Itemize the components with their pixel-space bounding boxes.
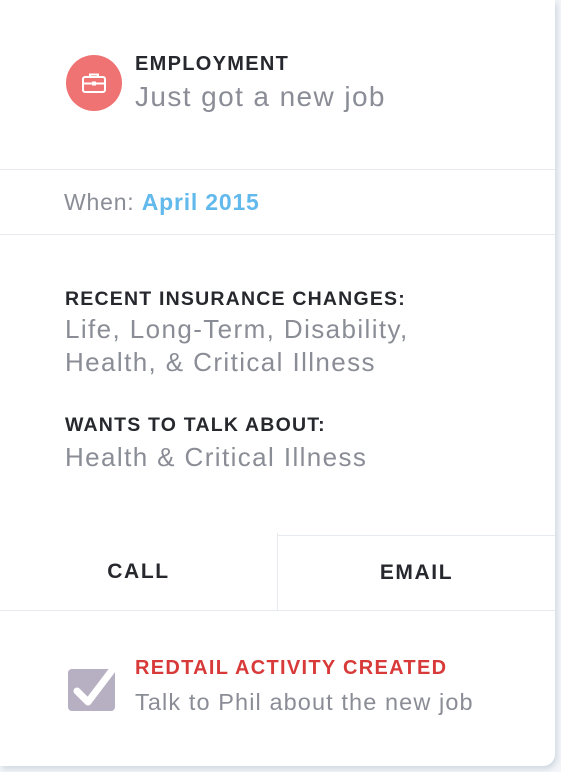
insurance-changes-line-2: Health, & Critical Illness <box>65 347 376 377</box>
event-details: RECENT INSURANCE CHANGES: Life, Long-Ter… <box>0 235 555 535</box>
talk-about-value: Health & Critical Illness <box>65 442 368 472</box>
when-value: April 2015 <box>141 189 260 215</box>
activity-confirmation: REDTAIL ACTIVITY CREATED Talk to Phil ab… <box>0 611 555 766</box>
when-label: When: <box>64 189 135 215</box>
card-header: EMPLOYMENT Just got a new job <box>0 0 555 170</box>
employment-badge <box>66 55 122 111</box>
checkbox-checked-icon <box>68 665 117 711</box>
event-title: Just got a new job <box>135 81 386 112</box>
activity-title: REDTAIL ACTIVITY CREATED <box>135 657 448 679</box>
briefcase-icon <box>82 73 106 93</box>
call-button[interactable]: CALL <box>0 533 278 610</box>
insurance-changes-line-1: Life, Long-Term, Disability, <box>65 314 409 344</box>
event-category: EMPLOYMENT <box>135 53 290 75</box>
action-bar: CALL EMAIL <box>0 533 555 611</box>
event-date-row: When: April 2015 <box>0 170 555 235</box>
talk-about-heading: WANTS TO TALK ABOUT: <box>65 414 326 436</box>
activity-description: Talk to Phil about the new job <box>135 689 474 715</box>
email-button[interactable]: EMAIL <box>278 536 555 610</box>
insurance-changes-heading: RECENT INSURANCE CHANGES: <box>65 288 406 310</box>
life-event-card: EMPLOYMENT Just got a new job When: Apri… <box>0 0 555 766</box>
